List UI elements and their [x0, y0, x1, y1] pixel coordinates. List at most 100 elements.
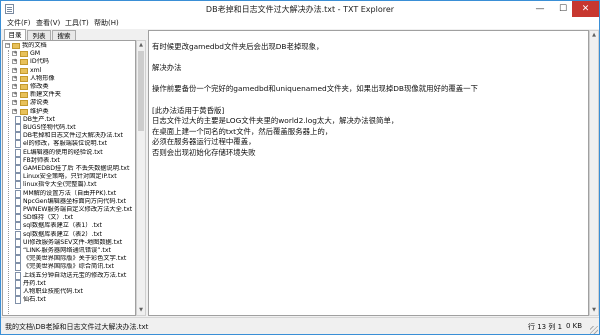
text-line: 必须在服务器运行过程中覆盖， — [152, 137, 256, 147]
app-window: DB老掉和日志文件过大解决办法.txt - TXT Explorer — ☐ ✕… — [0, 0, 600, 335]
tree-file[interactable]: sql数据库表建立（表1）.txt — [3, 222, 135, 231]
expand-icon[interactable]: + — [12, 108, 17, 114]
tree-file-label: FB封师表.txt — [23, 156, 60, 164]
tree-file[interactable]: GAMEDBD挂了后 不丢失数据说明.txt — [3, 165, 135, 173]
tree-file[interactable]: 仙石.txt — [3, 296, 135, 305]
tree-file[interactable]: 丹药.txt — [3, 279, 135, 288]
scroll-down-icon[interactable]: ▼ — [590, 306, 598, 315]
tree-file[interactable]: DB生产.txt — [3, 115, 135, 124]
tree-file[interactable]: 上线五分钟自动送元宝的修改方法.txt — [3, 271, 135, 280]
scroll-thumb[interactable] — [138, 51, 144, 131]
tree-file-label: NpcGen编辑器坐标面向方向代码.txt — [23, 197, 127, 205]
tree-file-label: Linux安全策略，只针对固定IP.txt — [23, 173, 117, 181]
tree-folder[interactable]: + 新建文件夹 — [3, 91, 135, 99]
status-position: 行 13 列 1 — [528, 323, 563, 331]
tree-file[interactable]: el的修改，客服端装位说明.txt — [3, 140, 135, 149]
tree-file[interactable]: MM解的设置方法（自由开PK).txt — [3, 189, 135, 198]
tree-folder[interactable]: + 人物形像 — [3, 75, 135, 83]
tree-folder[interactable]: + 修改类 — [3, 83, 135, 91]
tree-file[interactable]: NpcGen编辑器坐标面向方向代码.txt — [3, 197, 135, 206]
status-path: 我的文档\DB老掉和日志文件过大解决办法.txt — [5, 323, 149, 331]
tree-file[interactable]: PWNEW服务端自定义修改方法大全.txt — [3, 206, 135, 214]
tab-search[interactable]: 搜索 — [52, 30, 76, 40]
text-file-icon — [15, 288, 21, 296]
text-file-icon — [15, 173, 21, 182]
tree-file-label: UI修改服务端SEV文件-地图数据.txt — [23, 238, 123, 246]
text-file-icon — [15, 206, 21, 214]
text-file-icon — [15, 214, 21, 223]
tree-file[interactable]: linux指令大全(完整篇).txt — [3, 181, 135, 190]
tree-file-label: 《完美世界国际版》关于彩色文字.txt — [23, 255, 127, 263]
text-line: 操作前要备份一个完好的gamedbd和uniquenamed文件夹，如果出现掉D… — [152, 84, 478, 94]
tree-file-label: 丹药.txt — [23, 279, 46, 287]
expand-icon[interactable]: + — [12, 84, 17, 89]
tree-file[interactable]: 《完美世界国际版》综合简讯.txt — [3, 263, 135, 272]
resize-grip-icon[interactable] — [590, 326, 598, 334]
tab-directory[interactable]: 目录 — [4, 29, 26, 40]
menu-view[interactable]: 查看(V) — [36, 18, 60, 28]
tree-file[interactable]: EL编辑器的使用的经验说.txt — [3, 148, 135, 157]
tree-file-label: MM解的设置方法（自由开PK).txt — [23, 189, 117, 197]
tree-folder[interactable]: + 维护类 — [3, 108, 135, 116]
text-file-icon — [15, 148, 21, 157]
menu-help[interactable]: 帮助(H) — [94, 18, 119, 28]
tree-folder[interactable]: + 游说类 — [3, 99, 135, 107]
collapse-icon[interactable]: − — [5, 43, 10, 48]
text-viewer[interactable]: 有时候更改gamedbd文件夹后会出现DB老掉现象， 解决办法操作前要备份一个完好… — [148, 30, 589, 316]
expand-icon[interactable]: + — [12, 67, 17, 73]
scroll-up-icon[interactable]: ▲ — [590, 31, 598, 40]
tree-file[interactable]: FB封师表.txt — [3, 156, 135, 165]
tree-file[interactable]: UI修改服务端SEV文件-地图数据.txt — [3, 238, 135, 247]
text-file-icon — [15, 271, 21, 280]
tree-folder[interactable]: + GM — [3, 50, 135, 58]
tree-file[interactable]: 《完美世界国际版》关于彩色文字.txt — [3, 255, 135, 264]
text-file-icon — [15, 197, 21, 206]
tree-file[interactable]: sql数据库表建立（表2）.txt — [3, 230, 135, 239]
tree-file-label: linux指令大全(完整篇).txt — [23, 181, 97, 189]
sidebar-tabs: 目录 列表 搜索 — [1, 29, 147, 40]
scroll-down-icon[interactable]: ▼ — [137, 306, 145, 315]
tree-file-label: BUGS怪物代码.txt — [23, 124, 76, 131]
text-file-icon — [15, 263, 21, 272]
tree-file-label: EL编辑器的使用的经验说.txt — [23, 148, 103, 156]
tree-file[interactable]: 人物职业技能代码.txt — [3, 288, 135, 296]
text-file-icon — [15, 247, 21, 255]
text-line: 解决办法 — [152, 63, 182, 73]
tree-folder[interactable]: + ID代码 — [3, 58, 135, 66]
tree-file-label: 人物职业技能代码.txt — [23, 288, 83, 295]
tree-scrollbar[interactable]: ▲ ▼ — [136, 40, 146, 316]
tree-file[interactable]: “LINK-服务器网络通讯错误”.txt — [3, 247, 135, 255]
window-title: DB老掉和日志文件过大解决办法.txt - TXT Explorer — [205, 5, 395, 14]
status-bar: 我的文档\DB老掉和日志文件过大解决办法.txt 行 13 列 1 0 KB — [1, 317, 599, 334]
expand-icon[interactable]: + — [12, 92, 17, 98]
text-file-icon — [15, 296, 21, 305]
tab-list[interactable]: 列表 — [27, 30, 51, 40]
tree-folder-label: xml — [30, 66, 42, 74]
menu-tools[interactable]: 工具(T) — [65, 18, 89, 28]
text-line: 否则会出现初始化存储环境失败 — [152, 148, 256, 157]
expand-icon[interactable]: + — [12, 51, 17, 57]
expand-icon[interactable]: + — [12, 100, 17, 106]
tree-file[interactable]: DB老掉和日志文件过大解决办法.txt — [3, 132, 135, 141]
title-bar[interactable]: DB老掉和日志文件过大解决办法.txt - TXT Explorer — ☐ ✕ — [1, 1, 599, 17]
text-line: 有时候更改gamedbd文件夹后会出现DB老掉现象， — [152, 42, 324, 51]
tree-file-label: sql数据库表建立（表2）.txt — [23, 230, 102, 238]
close-button[interactable]: ✕ — [572, 1, 599, 17]
text-file-icon — [15, 165, 21, 173]
tree-folder-label: 新建文件夹 — [30, 91, 61, 99]
tree-file-label: 仙石.txt — [23, 296, 46, 304]
minimize-button[interactable]: — — [528, 1, 552, 17]
expand-icon[interactable]: + — [12, 75, 17, 81]
directory-tree[interactable]: − 我的文档 + GM + ID代码 + xml + 人物形像 + 修改类 + 新建文件夹 + 游说类 + 维… — [2, 40, 136, 316]
expand-icon[interactable]: + — [12, 59, 17, 65]
menu-file[interactable]: 文件(F) — [7, 18, 31, 28]
tree-folder-label: ID代码 — [30, 58, 49, 66]
tree-folder[interactable]: + xml — [3, 67, 135, 75]
tree-file[interactable]: SD维持（文）.txt — [3, 214, 135, 223]
tree-root[interactable]: − 我的文档 — [3, 42, 135, 50]
scroll-up-icon[interactable]: ▲ — [137, 41, 145, 50]
tree-file-label: 上线五分钟自动送元宝的修改方法.txt — [23, 271, 127, 279]
tree-file[interactable]: Linux安全策略，只针对固定IP.txt — [3, 173, 135, 182]
content-scrollbar[interactable]: ▲ ▼ — [589, 30, 599, 316]
tree-file[interactable]: BUGS怪物代码.txt — [3, 124, 135, 132]
